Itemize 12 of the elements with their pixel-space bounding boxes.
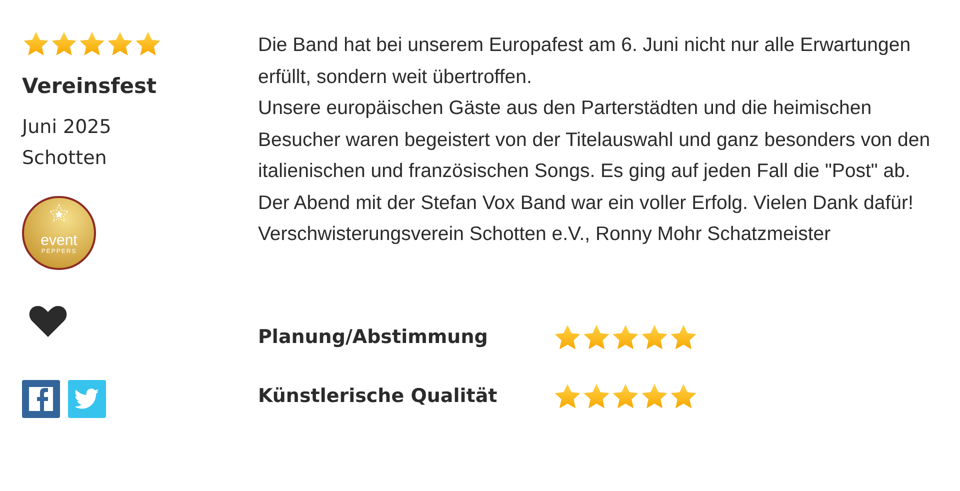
event-date: Juni 2025 (22, 115, 112, 140)
review-text: Verschwisterungsverein Schotten e.V., Ronny Mohr Schatzmeister (258, 222, 832, 247)
heart-icon[interactable] (28, 304, 68, 338)
review-text: Unsere europäischen Gäste aus den Parterstädten und die heimischen Besucher waren begeistert von der Titelauswahl und ganz besonders von den italienischen und französischen Songs. Es ging auf jeden Fall die "Post" ab. (258, 96, 932, 184)
review-text: Der Abend mit der Stefan Vox Band war ein voller Erfolg. Vielen Dank dafür! (258, 190, 914, 216)
event-location: Schotten (22, 146, 108, 171)
event-type: Vereinsfest (22, 74, 157, 98)
review-text: Die Band hat bei unserem Europafest am 6. Juni nicht nur alle Erwartungen erfüllt, sondern weit übertroffen. (258, 33, 912, 90)
star-icon (48, 204, 70, 222)
criterion-label: Planung/Abstimmung (258, 326, 489, 348)
facebook-share-icon[interactable] (22, 380, 60, 418)
criterion-label: Künstlerische Qualität (258, 385, 498, 407)
